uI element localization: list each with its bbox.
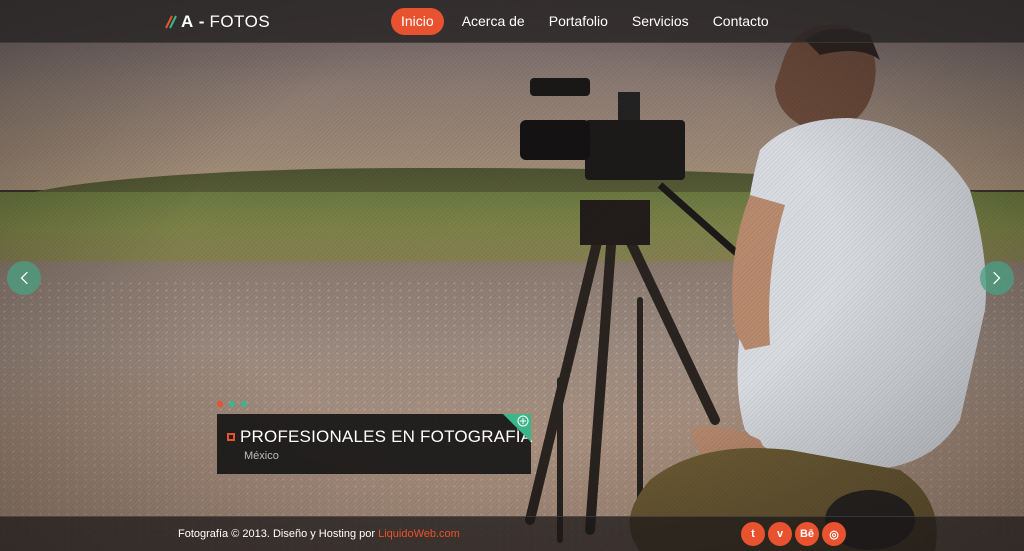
slider-prev-button[interactable]	[7, 261, 41, 295]
footer-copyright: Fotografía © 2013. Diseño y Hosting por …	[178, 528, 460, 540]
logo-name: FOTOS	[209, 12, 271, 31]
site-logo[interactable]: A - FOTOS	[165, 11, 270, 33]
nav-item-servicios[interactable]: Servicios	[622, 8, 699, 35]
slider-next-button[interactable]	[980, 261, 1014, 295]
main-nav: Inicio Acerca de Portafolio Servicios Co…	[391, 8, 783, 35]
twitter-icon[interactable]: t	[741, 522, 765, 546]
vimeo-icon[interactable]: v	[768, 522, 792, 546]
footer-credit-link[interactable]: LiquidoWeb.com	[378, 528, 460, 540]
stripes-logo-icon	[165, 15, 177, 29]
slide-caption: PROFESIONALES EN FOTOGRAFÍA México	[217, 414, 533, 474]
nav-item-portafolio[interactable]: Portafolio	[539, 8, 618, 35]
slider-dot-3[interactable]	[241, 401, 247, 407]
site-header: A - FOTOS Inicio Acerca de Portafolio Se…	[0, 0, 1024, 43]
behance-icon[interactable]: Bē	[795, 522, 819, 546]
nav-item-acerca-de[interactable]: Acerca de	[452, 8, 535, 35]
slider-dot-1[interactable]	[217, 401, 223, 407]
footer-text: Fotografía © 2013. Diseño y Hosting por	[178, 528, 379, 540]
chevron-left-icon	[20, 271, 28, 285]
social-links: t v Bē ◎	[741, 522, 849, 546]
slider-dot-2[interactable]	[229, 401, 235, 407]
slider-pagination	[217, 401, 253, 407]
dribbble-icon[interactable]: ◎	[822, 522, 846, 546]
caption-square-icon	[227, 433, 235, 441]
site-footer: Fotografía © 2013. Diseño y Hosting por …	[0, 516, 1024, 551]
chevron-right-icon	[993, 271, 1001, 285]
plus-circle-icon[interactable]	[517, 415, 529, 427]
nav-item-inicio[interactable]: Inicio	[391, 8, 444, 35]
caption-subtitle: México	[244, 450, 279, 462]
caption-title: PROFESIONALES EN FOTOGRAFÍA	[240, 427, 533, 446]
nav-item-contacto[interactable]: Contacto	[703, 8, 779, 35]
logo-separator: -	[198, 12, 205, 31]
logo-mark-letter: A	[181, 12, 194, 31]
